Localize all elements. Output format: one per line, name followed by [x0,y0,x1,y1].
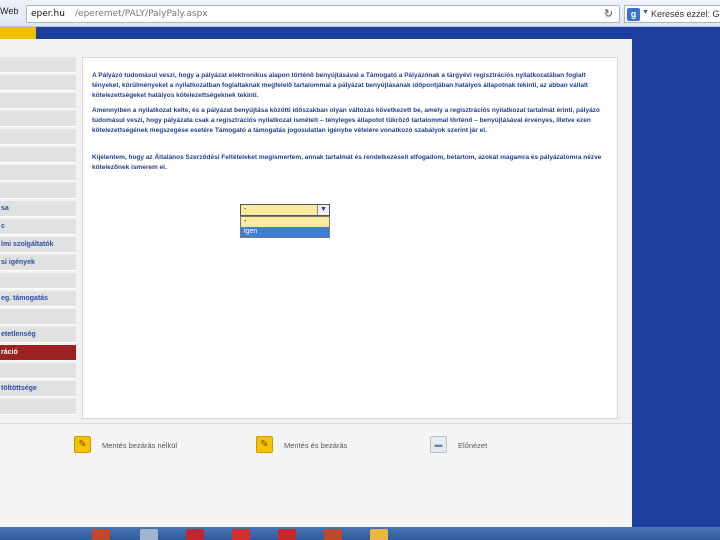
taskbar-app-icon[interactable] [278,529,296,540]
select-value: - [244,206,247,213]
refresh-icon[interactable]: ↻ [604,7,613,20]
select-option[interactable]: igen [241,227,329,237]
taskbar [0,527,720,540]
taskbar-app-icon[interactable] [92,529,110,540]
select-options: - igen [240,216,330,238]
pencil-icon: ✎ [74,436,91,453]
sidebar-item[interactable] [0,309,76,325]
taskbar-app-icon[interactable] [186,529,204,540]
taskbar-app-icon[interactable] [324,529,342,540]
button-label: Előnézet [458,441,488,450]
chevron-down-icon[interactable]: ▼ [642,9,649,16]
tab-title[interactable]: Web [0,6,18,16]
taskbar-app-icon[interactable] [140,529,158,540]
right-background [632,27,720,527]
sidebar-item[interactable]: ráció [0,345,76,361]
google-icon[interactable]: g [627,8,640,21]
header-bar [36,27,632,39]
pencil-icon: ✎ [256,436,273,453]
declaration-paragraph: Amennyiben a nyilatkozat kelte, és a pál… [92,107,600,134]
web-page: sa c lmi szolgáltatók si igények eg. támogat… [0,27,632,527]
sidebar-item[interactable] [0,147,76,163]
taskbar-app-icon[interactable] [370,529,388,540]
sidebar-item[interactable] [0,399,76,415]
sidebar-item[interactable]: c [0,219,76,235]
sidebar-item[interactable] [0,111,76,127]
sidebar-item[interactable] [0,93,76,109]
declaration-paragraph: A Pályázó tudomásul veszi, hogy a pályáz… [92,72,588,99]
url-path: /eperemet/PALY/PalyPaly.aspx [75,9,208,19]
sidebar-item[interactable] [0,129,76,145]
sidebar-item[interactable]: lmi szolgáltatók [0,237,76,253]
button-label: Mentés és bezárás [284,441,348,450]
sidebar-item[interactable] [0,75,76,91]
sidebar-menu: sa c lmi szolgáltatók si igények eg. támogat… [0,57,76,417]
header-accent [0,27,36,39]
taskbar-app-icon[interactable] [232,529,250,540]
sidebar-item[interactable] [0,57,76,73]
sidebar-item[interactable]: etetlenség [0,327,76,343]
address-bar[interactable]: eper.hu /eperemet/PALY/PalyPaly.aspx ☆ [26,5,620,23]
chevron-down-icon[interactable]: ▼ [317,205,329,215]
sidebar-item[interactable]: töltöttsége [0,381,76,397]
search-bar[interactable]: g ▼ Keresés ezzel: Go [624,5,720,23]
browser-toolbar: Web eper.hu /eperemet/PALY/PalyPaly.aspx… [0,0,720,27]
preview-icon: ▬ [430,436,447,453]
sidebar-item[interactable]: sa [0,201,76,217]
sidebar-item[interactable]: eg. támogatás [0,291,76,307]
select-option[interactable]: - [241,217,329,227]
sidebar-item[interactable]: si igények [0,255,76,271]
accept-select[interactable]: - ▼ [240,204,330,216]
sidebar-item[interactable] [0,273,76,289]
sidebar-item[interactable] [0,165,76,181]
url-host: eper.hu [31,9,65,19]
declaration-panel: A Pályázó tudomásul veszi, hogy a pályáz… [82,57,618,419]
sidebar-item[interactable] [0,183,76,199]
action-footer: ✎ Mentés bezárás nélkül ✎ Mentés és bezá… [0,423,632,527]
button-label: Mentés bezárás nélkül [102,441,178,450]
sidebar-item[interactable] [0,363,76,379]
declaration-paragraph: Kijelentem, hogy az Általános Szerződési… [92,154,602,171]
search-placeholder: Keresés ezzel: Go [651,9,720,19]
